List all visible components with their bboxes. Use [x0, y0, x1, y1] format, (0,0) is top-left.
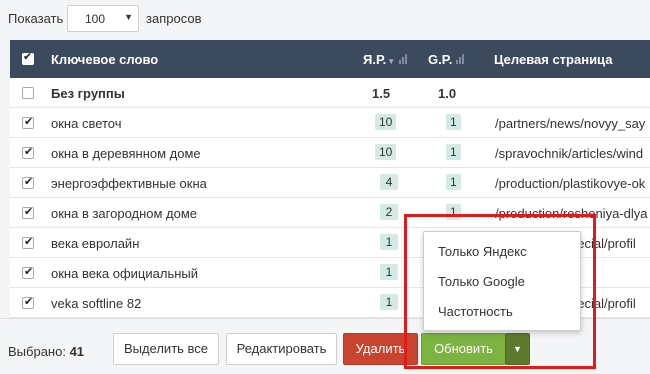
row-yandex-badge: 10 — [375, 144, 397, 160]
select-all-checkbox[interactable] — [22, 50, 34, 65]
row-google-badge: 1 — [446, 144, 461, 160]
update-dropdown-toggle[interactable]: ▼ — [505, 333, 530, 365]
header-target-page: Целевая страница — [494, 52, 613, 67]
row-checkbox[interactable] — [22, 295, 34, 309]
delete-button[interactable]: Удалить — [343, 333, 418, 365]
group-google-value: 1.0 — [438, 86, 457, 101]
group-row: Без группы 1.5 1.0 — [10, 78, 650, 108]
row-yandex-badge: 4 — [380, 174, 398, 190]
header-yandex-label: Я.Р. — [363, 52, 387, 67]
row-keyword: века евролайн — [51, 236, 140, 251]
row-google-badge: 1 — [446, 114, 461, 130]
header-google-label: G.P. — [428, 52, 453, 67]
menu-item-google-only[interactable]: Только Google — [438, 274, 525, 289]
row-url[interactable]: /production/resheniya-dlya — [495, 206, 650, 221]
row-yandex-badge: 1 — [380, 234, 398, 250]
row-keyword: окна светоч — [51, 116, 122, 131]
row-keyword: окна в загородном доме — [51, 206, 198, 221]
requests-label: запросов — [146, 11, 202, 26]
group-name: Без группы — [51, 86, 125, 101]
chart-bars-icon[interactable] — [399, 54, 409, 64]
row-keyword: окна в деревянном доме — [51, 146, 201, 161]
header-google[interactable]: G.P. — [428, 52, 466, 67]
row-google-badge: 1 — [446, 174, 461, 190]
row-keyword: veka softline 82 — [51, 296, 142, 311]
selected-count: Выбрано: 41 — [8, 344, 84, 359]
menu-item-frequency[interactable]: Частотность — [438, 304, 513, 319]
table-header: Ключевое слово Я.Р.▼ G.P. Целевая страни… — [10, 40, 650, 78]
row-google-badge: 1 — [446, 204, 461, 220]
update-dropdown-menu: Только Яндекс Только Google Частотность — [423, 231, 581, 331]
edit-button[interactable]: Редактировать — [226, 333, 337, 365]
row-url[interactable]: /spravochnik/articles/wind — [495, 146, 650, 161]
selected-label: Выбрано: — [8, 344, 66, 359]
update-button[interactable]: Обновить — [421, 333, 506, 365]
row-url[interactable]: /production/plastikovye-ok — [495, 176, 650, 191]
header-keyword[interactable]: Ключевое слово — [51, 52, 158, 67]
row-url[interactable]: pecial/profil — [570, 296, 650, 311]
row-url[interactable]: /partners/news/novyy_say — [495, 116, 650, 131]
chevron-down-icon: ▼ — [124, 12, 133, 22]
table-row: окна светоч 10 1 /partners/news/novyy_sa… — [10, 108, 650, 138]
select-all-button[interactable]: Выделить все — [113, 333, 219, 365]
menu-item-yandex-only[interactable]: Только Яндекс — [438, 244, 527, 259]
table-row: окна в загородном доме 2 1 /production/r… — [10, 198, 650, 228]
row-checkbox[interactable] — [22, 145, 34, 159]
selected-number: 41 — [69, 344, 85, 359]
row-keyword: энергоэффективные окна — [51, 176, 207, 191]
per-page-value: 100 — [85, 12, 106, 26]
row-checkbox[interactable] — [22, 205, 34, 219]
row-checkbox[interactable] — [22, 265, 34, 279]
chart-bars-icon[interactable] — [456, 54, 466, 64]
row-keyword: окна века официальный — [51, 266, 199, 281]
per-page-select[interactable]: 100 ▼ — [67, 5, 139, 32]
row-checkbox[interactable] — [22, 175, 34, 189]
row-checkbox[interactable] — [22, 115, 34, 129]
group-yandex-value: 1.5 — [372, 86, 391, 101]
table-row: окна в деревянном доме 10 1 /spravochnik… — [10, 138, 650, 168]
row-yandex-badge: 1 — [380, 264, 398, 280]
sort-down-icon: ▼ — [387, 57, 396, 66]
toolbar: Показать 100 ▼ запросов — [0, 0, 650, 38]
row-yandex-badge: 1 — [380, 294, 398, 310]
row-url[interactable]: pecial/profil — [570, 236, 650, 251]
group-checkbox[interactable] — [22, 87, 34, 99]
header-yandex[interactable]: Я.Р.▼ — [363, 52, 409, 67]
table-row: энергоэффективные окна 4 1 /production/p… — [10, 168, 650, 198]
show-label: Показать — [8, 11, 64, 26]
row-checkbox[interactable] — [22, 235, 34, 249]
row-yandex-badge: 2 — [380, 204, 398, 220]
row-yandex-badge: 10 — [375, 114, 397, 130]
